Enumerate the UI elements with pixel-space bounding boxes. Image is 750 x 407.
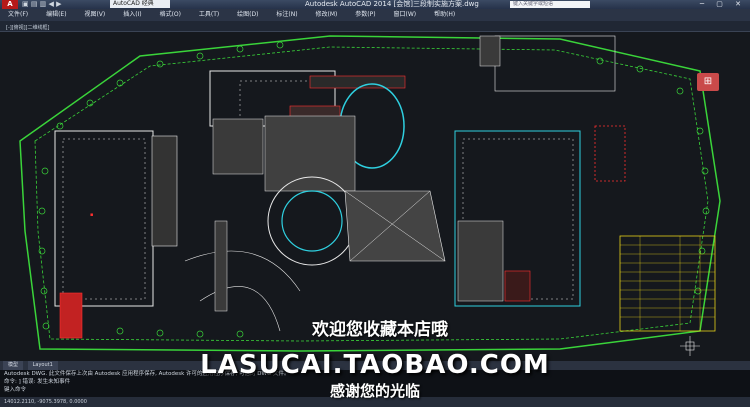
menu-view[interactable]: 视图(V) [76,9,113,21]
menu-modify[interactable]: 修改(M) [308,9,346,21]
menu-file[interactable]: 文件(F) [0,9,36,21]
curved-path-1 [184,250,301,292]
watermark-thanks: 感谢您的光临 [329,382,420,400]
paved-plaza [264,115,356,192]
left-building-grid [62,138,146,300]
window-controls[interactable]: ─ ▢ ✕ [700,0,746,9]
viewport-label[interactable]: [-][俯视][二维线框] [6,24,50,31]
menu-parameter[interactable]: 参数(P) [347,9,383,21]
watermark-shop: LASUCAI.TAOBAO.COM [200,350,550,380]
right-red-core [504,270,531,302]
menu-draw[interactable]: 绘图(D) [229,9,266,21]
left-building [54,130,154,307]
right-hatched [457,220,504,302]
top-right-block [479,35,501,67]
left-stair-core [151,135,178,247]
menu-format[interactable]: 格式(O) [152,9,189,21]
document-title: Autodesk AutoCAD 2014 [会馆]三段制实施方案.dwg [305,0,479,8]
hatched-area [212,118,264,175]
menu-insert[interactable]: 插入(I) [115,9,149,21]
menu-bar: 文件(F) 编辑(E) 视图(V) 插入(I) 格式(O) 工具(T) 绘图(D… [0,9,750,21]
quick-access-toolbar[interactable]: ▣ ▤ ▥ ◀ ▶ [22,0,62,9]
menu-dimension[interactable]: 标注(N) [268,9,305,21]
search-input[interactable]: 键入关键字或短语 [510,1,590,8]
autocad-logo-icon[interactable]: A [2,0,18,9]
left-building-mark: ▪ [90,212,93,218]
walkway-strip [214,220,228,312]
menu-help[interactable]: 帮助(H) [426,9,463,21]
workspace-dropdown[interactable]: AutoCAD 经典 [110,0,170,8]
title-bar: A ▣ ▤ ▥ ◀ ▶ AutoCAD 经典 Autodesk AutoCAD … [0,0,750,9]
cad-site-plan: ▪ [19,35,721,356]
top-red-band [309,75,406,89]
menu-window[interactable]: 窗口(W) [386,9,425,21]
central-circle-inner [281,190,343,252]
drawing-canvas[interactable]: ▪ ⊞ [0,31,750,361]
top-right-parking [494,35,616,92]
menu-edit[interactable]: 编辑(E) [38,9,74,21]
navigation-cube-icon[interactable]: ⊞ [697,73,719,91]
menu-tools[interactable]: 工具(T) [191,9,227,21]
watermark-welcome: 欢迎您收藏本店哦 [312,320,448,340]
red-dashed-area [594,125,626,182]
